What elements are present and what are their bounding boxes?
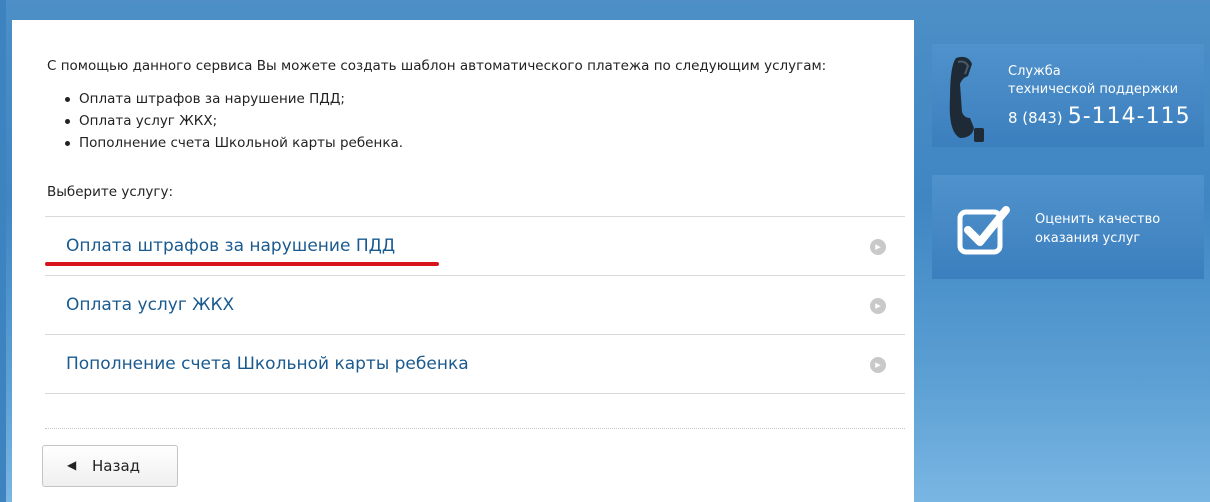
service-item-school-card[interactable]: Пополнение счета Школьной карты ребенка … — [45, 335, 905, 394]
phone-icon — [949, 56, 984, 142]
service-list: Оплата штрафов за нарушение ПДД ▸ Оплата… — [45, 216, 905, 394]
intro-text: С помощью данного сервиса Вы можете созд… — [47, 58, 827, 74]
service-label[interactable]: Пополнение счета Школьной карты ребенка — [66, 354, 469, 374]
main-content: С помощью данного сервиса Вы можете созд… — [12, 20, 914, 502]
back-button[interactable]: ◀ Назад — [42, 445, 178, 487]
service-item-utilities[interactable]: Оплата услуг ЖКХ ▸ — [45, 276, 905, 335]
bullet-item: Оплата штрафов за нарушение ПДД; — [65, 88, 907, 110]
service-item-traffic-fines[interactable]: Оплата штрафов за нарушение ПДД ▸ — [45, 217, 905, 276]
support-banner[interactable]: Служба технической поддержки 8 (843) 5-1… — [932, 44, 1204, 147]
service-label[interactable]: Оплата услуг ЖКХ — [66, 295, 234, 315]
intro-block: С помощью данного сервиса Вы можете созд… — [47, 56, 907, 166]
divider — [45, 428, 905, 429]
checkbox-check-icon — [957, 206, 1010, 255]
phone-code: 8 (843) — [1008, 109, 1063, 127]
highlight-underline — [45, 262, 439, 266]
chevron-left-icon: ◀ — [67, 458, 77, 472]
service-bullets: Оплата штрафов за нарушение ПДД; Оплата … — [47, 88, 907, 154]
back-button-label: Назад — [92, 457, 141, 475]
bullet-item: Оплата услуг ЖКХ; — [65, 110, 907, 132]
choose-service-label: Выберите услугу: — [47, 184, 174, 200]
quality-title: Оценить качество — [1035, 212, 1161, 227]
support-title: Служба — [1008, 64, 1061, 79]
phone-number: 5-114-115 — [1067, 104, 1191, 129]
service-label[interactable]: Оплата штрафов за нарушение ПДД — [66, 236, 395, 256]
quality-subtitle: оказания услуг — [1035, 231, 1141, 246]
quality-rating-banner[interactable]: Оценить качество оказания услуг — [932, 175, 1204, 279]
arrow-right-icon: ▸ — [870, 239, 886, 255]
support-phone: 8 (843) 5-114-115 — [1008, 104, 1191, 129]
arrow-right-icon: ▸ — [870, 298, 886, 314]
bullet-item: Пополнение счета Школьной карты ребенка. — [65, 132, 907, 154]
support-subtitle: технической поддержки — [1008, 82, 1179, 97]
arrow-right-icon: ▸ — [870, 357, 886, 373]
